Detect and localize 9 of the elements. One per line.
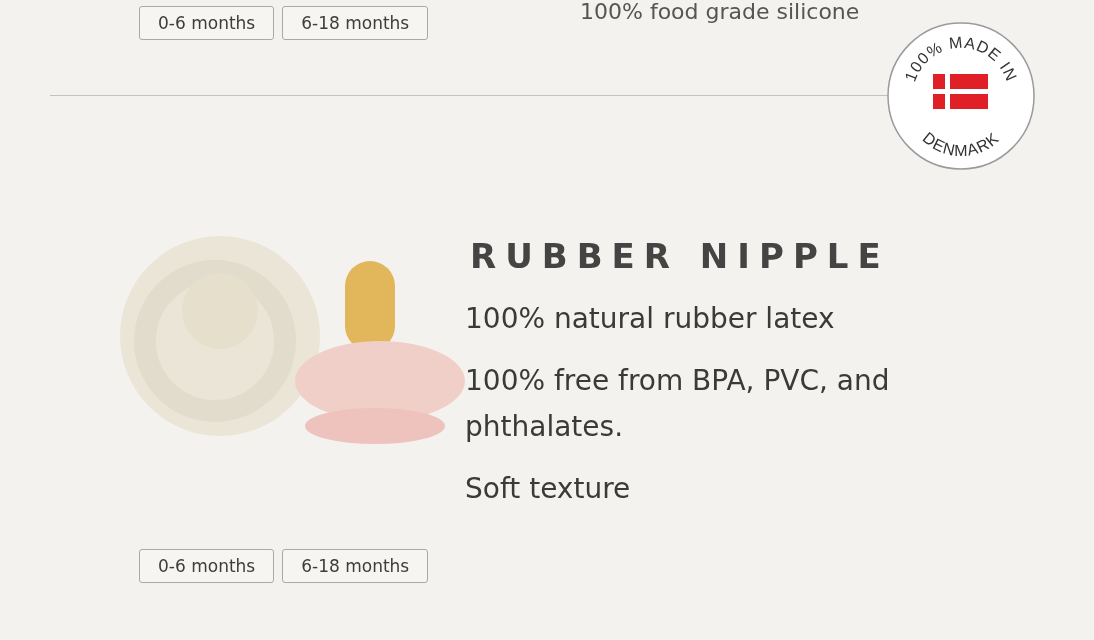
age-tag: 0-6 months <box>139 6 275 40</box>
age-tag: 6-18 months <box>282 549 429 583</box>
age-tag: 0-6 months <box>139 549 275 583</box>
feature-text: 100% free from BPA, PVC, and phthalates. <box>465 363 891 445</box>
feature-text: 100% natural rubber latex <box>465 301 836 337</box>
feature-text: 100% food grade silicone <box>580 0 860 24</box>
age-tag: 6-18 months <box>282 6 429 40</box>
feature-text: Soft texture <box>465 471 632 507</box>
section-heading: RUBBER NIPPLE <box>470 236 891 276</box>
